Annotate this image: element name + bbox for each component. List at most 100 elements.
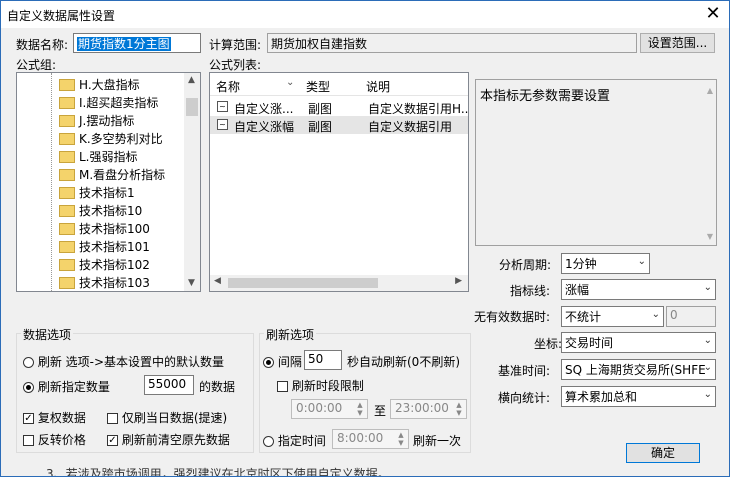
scroll-left-icon[interactable]: ◀ — [214, 276, 221, 286]
data-name-input[interactable]: 期货指数1分主图 — [73, 33, 201, 53]
list-hscrollbar[interactable]: ◀ ▶ — [210, 275, 468, 291]
tree-item[interactable]: 技术指标100 — [59, 220, 150, 238]
period-limit-checkbox[interactable]: 刷新时段限制 — [277, 377, 364, 394]
formula-group-tree[interactable]: H.大盘指标 I.超买超卖指标 J.摆动指标 K.多空势利对比 L.强弱指标 M.看盘分析… — [16, 72, 201, 292]
sort-chevron-icon: ⌄ — [286, 77, 295, 88]
tree-item[interactable]: K.多空势利对比 — [59, 130, 163, 148]
period-select[interactable]: 1分钟 ⌄ — [561, 253, 650, 274]
data-name-label: 数据名称: — [16, 38, 69, 52]
interval-radio[interactable]: 间隔 — [263, 353, 302, 370]
tree-item-label: H.大盘指标 — [79, 78, 140, 92]
tree-item-label: 技术指标103 — [79, 276, 150, 290]
period-to-time: 23:00:00 ▲ ▼ — [390, 399, 467, 419]
chevron-down-icon: ⌄ — [703, 362, 712, 373]
tree-item[interactable]: 技术指标10 — [59, 202, 142, 220]
period-from-time: 0:00:00 ▲ ▼ — [291, 399, 368, 419]
scroll-right-icon[interactable]: ▶ — [455, 276, 462, 286]
specified-time-radio[interactable]: 指定时间 — [263, 432, 326, 449]
tree-item[interactable]: 技术指标1 — [59, 184, 135, 202]
tree-item[interactable]: 技术指标102 — [59, 256, 150, 274]
col-name[interactable]: 名称 — [216, 78, 240, 95]
period-from-value: 0:00:00 — [296, 401, 343, 415]
line-select[interactable]: 涨幅 ⌄ — [561, 279, 716, 300]
open-folder-icon — [59, 276, 75, 289]
window-title: 自定义数据属性设置 — [7, 9, 116, 23]
table-row[interactable]: ~ 自定义涨... 副图 自定义数据引用H... — [210, 98, 468, 116]
scope-label: 计算范围: — [209, 38, 262, 52]
tree-item-label: 技术指标102 — [79, 258, 150, 272]
checkbox-icon — [277, 381, 288, 392]
coord-select[interactable]: 交易时间 ⌄ — [561, 332, 716, 353]
data-options-label: 数据选项 — [21, 326, 74, 343]
tree-item-label: M.看盘分析指标 — [79, 168, 166, 182]
table-row[interactable]: ~ 自定义涨幅 副图 自定义数据引用 — [210, 116, 468, 134]
cell-name: 自定义涨... — [234, 102, 294, 116]
specified-time-radio-label: 指定时间 — [277, 434, 326, 448]
folder-icon — [59, 240, 75, 253]
col-type[interactable]: 类型 — [306, 78, 330, 95]
line-label: 指标线: — [510, 284, 551, 298]
checkbox-icon — [107, 413, 118, 424]
horiz-stat-label: 横向统计: — [498, 391, 551, 405]
close-icon[interactable]: ✕ — [703, 4, 723, 24]
today-only-checkbox[interactable]: 仅刷当日数据(提速) — [107, 409, 227, 426]
interval-input[interactable]: 50 — [304, 350, 342, 370]
spin-arrows-icon: ▲ ▼ — [456, 401, 462, 417]
scroll-down-icon[interactable]: ▼ — [184, 276, 199, 291]
tree-item-label: L.强弱指标 — [79, 150, 138, 164]
tree-connector-line — [51, 73, 52, 291]
invalid-number-field: 0 — [666, 306, 716, 327]
coord-value: 交易时间 — [565, 336, 614, 350]
tree-item[interactable]: 技术指标103 — [59, 274, 150, 291]
list-header: 名称 ⌄ 类型 说明 — [210, 73, 468, 96]
scroll-thumb[interactable] — [186, 98, 198, 116]
horiz-stat-select[interactable]: 算术累加总和 ⌄ — [561, 386, 716, 407]
formula-list-table[interactable]: 名称 ⌄ 类型 说明 ~ 自定义涨... 副图 自定义数据引用H... ~ 自定义涨幅 副图… — [209, 72, 469, 292]
specified-count-suffix: 的数据 — [199, 380, 236, 394]
base-time-select[interactable]: SQ 上海期货交易所(SHFE ⌄ — [561, 359, 716, 380]
coord-label: 坐标: — [534, 337, 563, 351]
specified-time-suffix: 刷新一次 — [413, 434, 462, 448]
folder-icon — [59, 258, 75, 271]
checkbox-checked-icon: ✓ — [23, 413, 34, 424]
info-scroll-up-icon: ▲ — [706, 86, 713, 95]
reverse-price-checkbox[interactable]: 反转价格 — [23, 431, 86, 448]
folder-icon — [59, 222, 75, 235]
tree-scrollbar[interactable]: ▲ ▼ — [184, 73, 200, 291]
specified-count-radio[interactable]: 刷新指定数量 — [23, 378, 110, 395]
scope-field: 期货加权自建指数 — [267, 33, 637, 53]
chevron-down-icon: ⌄ — [637, 256, 646, 267]
adjusted-data-checkbox[interactable]: ✓ 复权数据 — [23, 409, 86, 426]
invalid-select[interactable]: 不统计 ⌄ — [561, 306, 664, 327]
radio-selected-icon — [263, 357, 274, 368]
tree-item[interactable]: H.大盘指标 — [59, 76, 140, 94]
ok-button[interactable]: 确定 — [626, 443, 700, 463]
chevron-down-icon: ⌄ — [703, 389, 712, 400]
tree-item[interactable]: I.超买超卖指标 — [59, 94, 158, 112]
scroll-up-icon[interactable]: ▲ — [184, 73, 199, 88]
tree-item-label: I.超买超卖指标 — [79, 96, 159, 110]
radio-icon — [23, 357, 34, 368]
tree-item[interactable]: J.摆动指标 — [59, 112, 134, 130]
radio-icon — [263, 436, 274, 447]
checkbox-checked-icon: ✓ — [107, 435, 118, 446]
folder-icon — [59, 168, 75, 181]
hscroll-thumb[interactable] — [228, 278, 378, 288]
tree-item[interactable]: L.强弱指标 — [59, 148, 138, 166]
tree-item-label: 技术指标100 — [79, 222, 150, 236]
set-scope-button[interactable]: 设置范围... — [640, 33, 715, 53]
spin-arrows-icon: ▲ ▼ — [398, 431, 404, 447]
folder-icon — [59, 150, 75, 163]
period-limit-label: 刷新时段限制 — [291, 379, 364, 393]
tree-item[interactable]: M.看盘分析指标 — [59, 166, 165, 184]
folder-icon — [59, 78, 75, 91]
folder-icon — [59, 186, 75, 199]
default-count-radio[interactable]: 刷新 选项->基本设置中的默认数量 — [23, 353, 224, 370]
checkbox-icon — [23, 435, 34, 446]
col-desc[interactable]: 说明 — [366, 78, 390, 95]
formula-list-label: 公式列表: — [209, 58, 262, 72]
tree-item[interactable]: 技术指标101 — [59, 238, 150, 256]
clear-before-refresh-checkbox[interactable]: ✓ 刷新前清空原先数据 — [107, 431, 230, 448]
cell-type: 副图 — [308, 102, 333, 116]
specified-count-input[interactable]: 55000 — [144, 375, 194, 395]
